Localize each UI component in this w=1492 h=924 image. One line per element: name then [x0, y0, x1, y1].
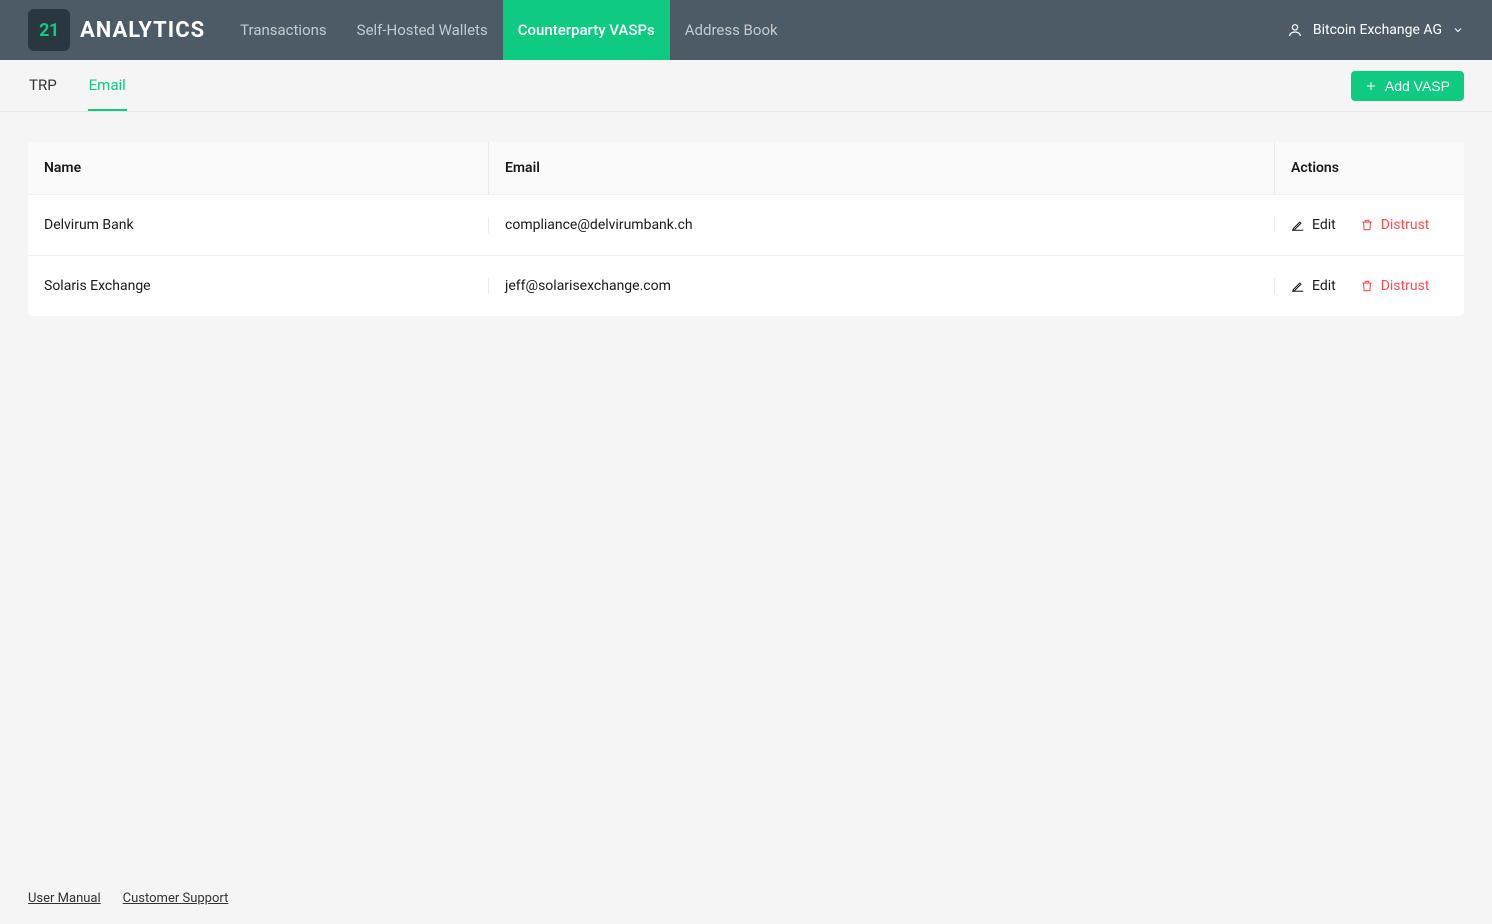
logo[interactable]: 21 ANALYTICS — [28, 9, 205, 51]
distrust-button[interactable]: Distrust — [1360, 278, 1430, 294]
nav-transactions[interactable]: Transactions — [225, 0, 342, 60]
user-icon — [1287, 22, 1303, 38]
main-nav: Transactions Self-Hosted Wallets Counter… — [225, 0, 792, 60]
edit-label: Edit — [1312, 217, 1336, 233]
logo-text: ANALYTICS — [80, 18, 205, 43]
edit-button[interactable]: Edit — [1291, 278, 1336, 294]
plus-icon — [1365, 80, 1377, 92]
cell-name: Delvirum Bank — [28, 217, 488, 233]
chevron-down-icon — [1452, 24, 1464, 36]
nav-counterparty-vasps[interactable]: Counterparty VASPs — [503, 0, 670, 60]
edit-icon — [1291, 279, 1305, 293]
trash-icon — [1360, 279, 1374, 293]
user-manual-link[interactable]: User Manual — [28, 891, 101, 906]
cell-actions: Edit Distrust — [1274, 217, 1464, 233]
distrust-label: Distrust — [1381, 217, 1430, 233]
distrust-button[interactable]: Distrust — [1360, 217, 1430, 233]
add-vasp-label: Add VASP — [1385, 78, 1450, 94]
nav-self-hosted-wallets[interactable]: Self-Hosted Wallets — [342, 0, 503, 60]
customer-support-link[interactable]: Customer Support — [123, 891, 229, 906]
user-menu[interactable]: Bitcoin Exchange AG — [1287, 22, 1464, 38]
edit-icon — [1291, 218, 1305, 232]
add-vasp-button[interactable]: Add VASP — [1351, 71, 1464, 101]
tabs: TRP Email — [28, 60, 127, 111]
sub-header: TRP Email Add VASP — [0, 60, 1492, 112]
table-row: Solaris Exchange jeff@solarisexchange.co… — [28, 255, 1464, 316]
tab-email[interactable]: Email — [88, 60, 127, 111]
edit-label: Edit — [1312, 278, 1336, 294]
nav-address-book[interactable]: Address Book — [670, 0, 793, 60]
col-header-actions: Actions — [1274, 142, 1464, 194]
cell-name: Solaris Exchange — [28, 278, 488, 294]
top-header: 21 ANALYTICS Transactions Self-Hosted Wa… — [0, 0, 1492, 60]
content-area: Name Email Actions Delvirum Bank complia… — [0, 112, 1492, 346]
user-name: Bitcoin Exchange AG — [1313, 22, 1442, 38]
col-header-name: Name — [28, 142, 488, 194]
tab-trp[interactable]: TRP — [28, 60, 58, 111]
cell-email: compliance@delvirumbank.ch — [488, 217, 1274, 233]
distrust-label: Distrust — [1381, 278, 1430, 294]
logo-badge: 21 — [28, 9, 70, 51]
trash-icon — [1360, 218, 1374, 232]
cell-email: jeff@solarisexchange.com — [488, 278, 1274, 294]
edit-button[interactable]: Edit — [1291, 217, 1336, 233]
table-row: Delvirum Bank compliance@delvirumbank.ch… — [28, 194, 1464, 255]
col-header-email: Email — [488, 142, 1274, 194]
footer: User Manual Customer Support — [28, 891, 228, 906]
cell-actions: Edit Distrust — [1274, 278, 1464, 294]
table-header: Name Email Actions — [28, 142, 1464, 194]
vasp-table: Name Email Actions Delvirum Bank complia… — [28, 142, 1464, 316]
